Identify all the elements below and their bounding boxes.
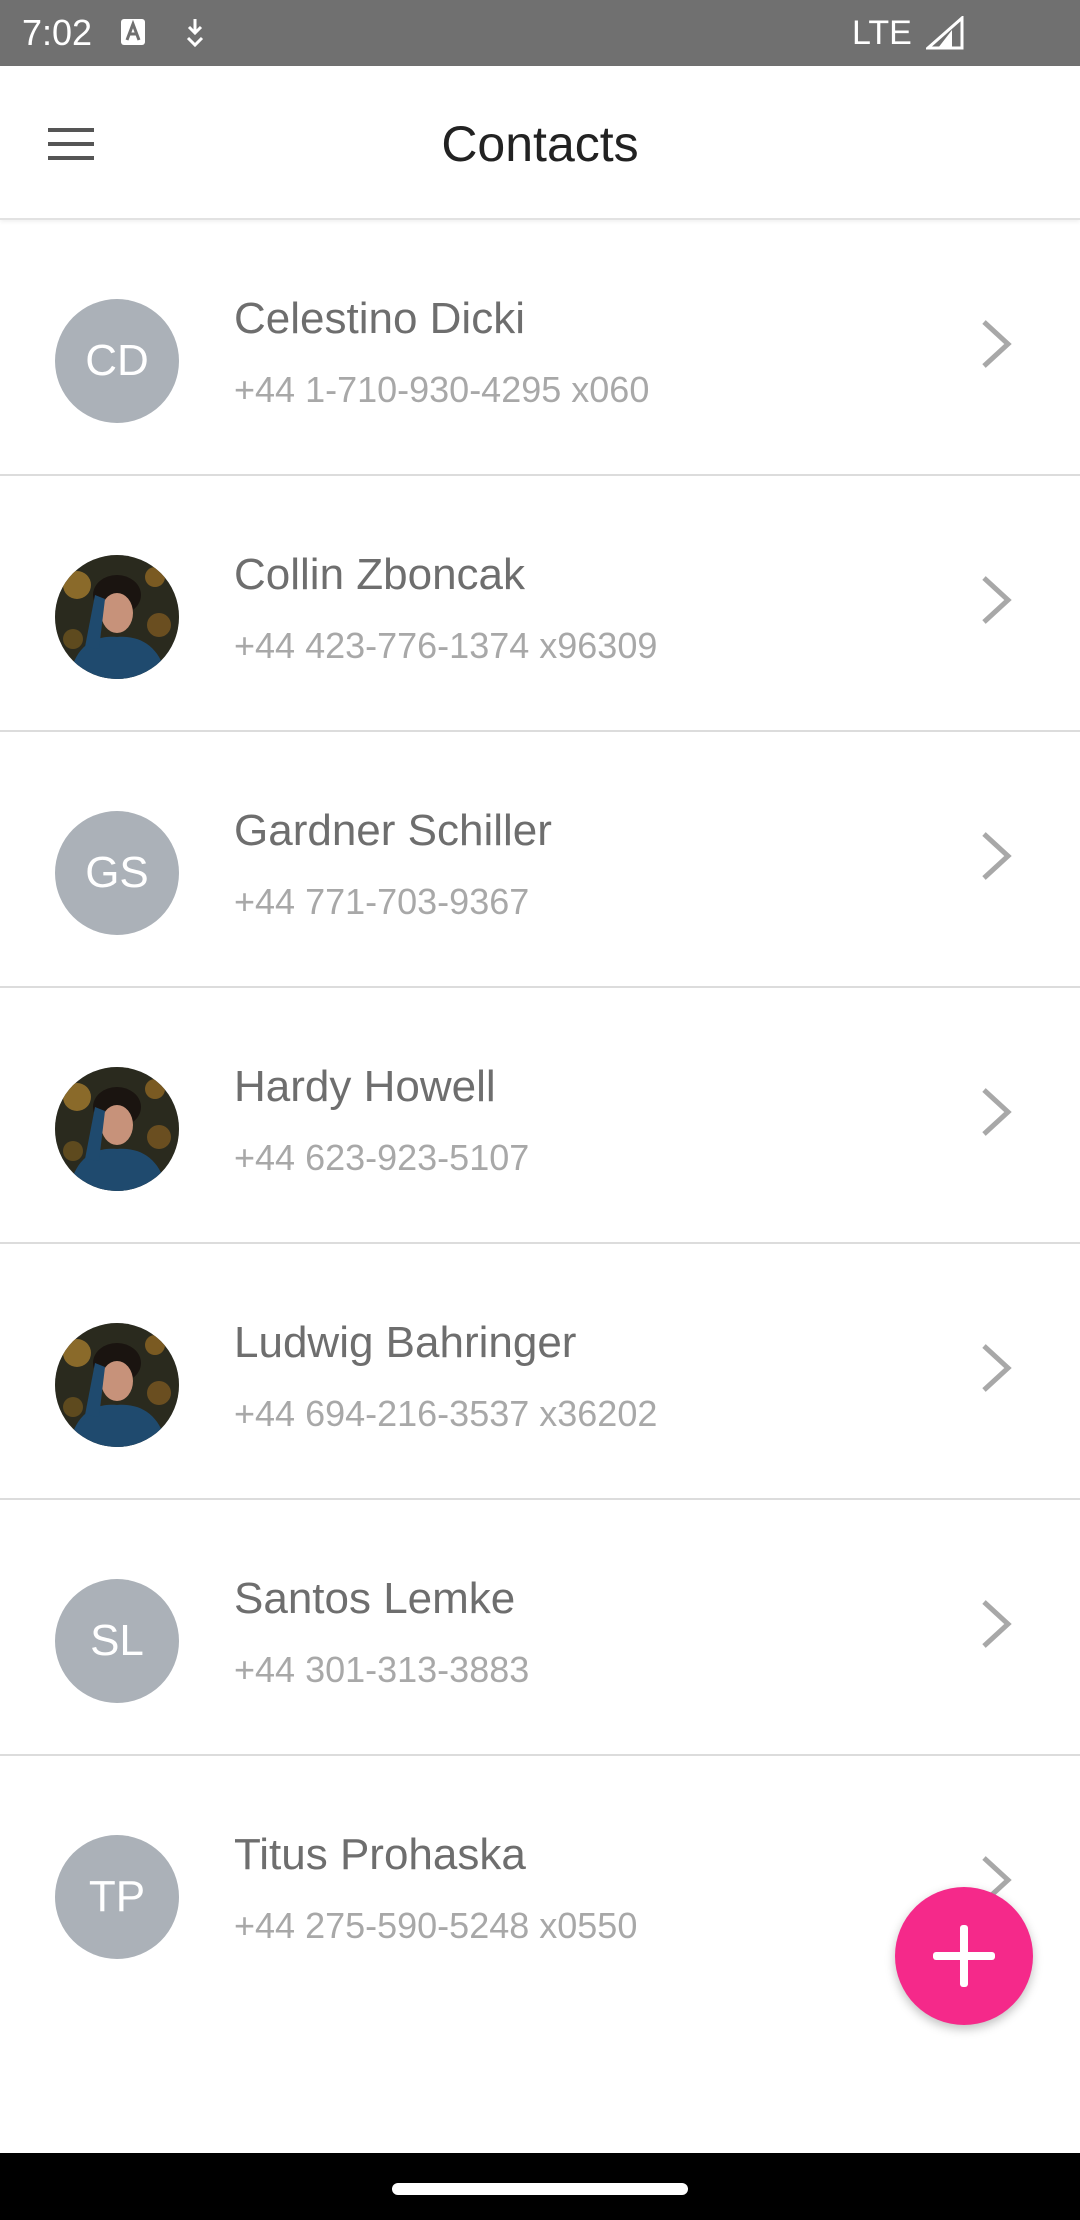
- contact-row[interactable]: CD Celestino Dicki +44 1-710-930-4295 x0…: [0, 220, 1080, 476]
- contact-name: Hardy Howell: [234, 1062, 496, 1111]
- avatar-photo: [55, 1323, 179, 1447]
- contact-list: CD Celestino Dicki +44 1-710-930-4295 x0…: [0, 220, 1080, 2012]
- chevron-right-icon: [982, 320, 1012, 368]
- avatar: CD: [55, 299, 179, 423]
- contact-name: Collin Zboncak: [234, 550, 526, 599]
- contact-row[interactable]: Hardy Howell +44 623-923-5107: [0, 988, 1080, 1244]
- avatar-photo: [55, 1067, 179, 1191]
- chevron-right-icon: [982, 1344, 1012, 1392]
- contact-phone: +44 771-703-9367: [234, 881, 530, 922]
- chevron-right-icon: [982, 576, 1012, 624]
- contact-phone: +44 301-313-3883: [234, 1649, 530, 1690]
- contact-phone: +44 694-216-3537 x36202: [234, 1393, 658, 1434]
- contact-name: Ludwig Bahringer: [234, 1318, 577, 1367]
- chevron-right-icon: [982, 1088, 1012, 1136]
- contact-name: Santos Lemke: [234, 1574, 516, 1623]
- contact-row[interactable]: GS Gardner Schiller +44 771-703-9367: [0, 732, 1080, 988]
- contact-name: Gardner Schiller: [234, 806, 552, 855]
- status-time: 7:02: [22, 12, 93, 53]
- avatar: TP: [55, 1835, 179, 1959]
- home-gesture-handle[interactable]: [392, 2183, 688, 2195]
- add-contact-button[interactable]: [895, 1887, 1033, 2025]
- contact-name: Titus Prohaska: [234, 1830, 526, 1879]
- contact-row[interactable]: Ludwig Bahringer +44 694-216-3537 x36202: [0, 1244, 1080, 1500]
- download-icon: [186, 19, 204, 48]
- contact-name: Celestino Dicki: [234, 294, 525, 343]
- a-notification-icon: [121, 19, 145, 45]
- signal-icon: [926, 16, 964, 50]
- avatar: [55, 1067, 179, 1191]
- avatar: [55, 555, 179, 679]
- contact-phone: +44 1-710-930-4295 x060: [234, 369, 650, 410]
- avatar-photo: [55, 555, 179, 679]
- page-title: Contacts: [441, 116, 639, 172]
- app-bar: Contacts: [0, 66, 1080, 220]
- contact-row[interactable]: Collin Zboncak +44 423-776-1374 x96309: [0, 476, 1080, 732]
- chevron-right-icon: [982, 1600, 1012, 1648]
- avatar: GS: [55, 811, 179, 935]
- contact-row[interactable]: SL Santos Lemke +44 301-313-3883: [0, 1500, 1080, 1756]
- avatar: [55, 1323, 179, 1447]
- chevron-right-icon: [982, 832, 1012, 880]
- navigation-bar: [0, 2153, 1080, 2220]
- avatar: SL: [55, 1579, 179, 1703]
- network-type: LTE: [852, 14, 912, 52]
- contact-phone: +44 623-923-5107: [234, 1137, 530, 1178]
- plus-icon: [933, 1925, 995, 1987]
- contact-phone: +44 275-590-5248 x0550: [234, 1905, 638, 1946]
- contact-phone: +44 423-776-1374 x96309: [234, 625, 658, 666]
- status-bar: 7:02 LTE: [0, 0, 1080, 66]
